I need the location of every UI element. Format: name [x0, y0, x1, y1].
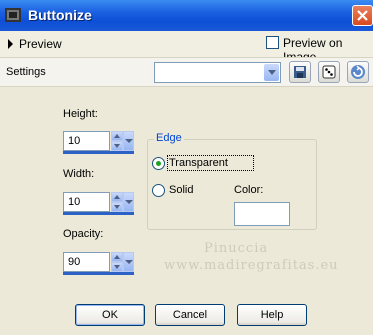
opacity-spinner[interactable]: 90 [63, 252, 134, 275]
app-icon [5, 8, 21, 22]
edge-group-title: Edge [154, 132, 184, 144]
color-label: Color: [234, 184, 264, 196]
down-arrow-icon[interactable] [111, 202, 123, 212]
width-slider-dropdown-icon[interactable] [123, 192, 134, 212]
help-button[interactable]: Help [237, 304, 307, 326]
window-title: Buttonize [28, 7, 92, 23]
height-label: Height: [63, 108, 98, 120]
up-arrow-icon[interactable] [111, 131, 123, 141]
opacity-label: Opacity: [63, 228, 104, 240]
watermark-line-2: www.madiregrafitas.eu [164, 258, 339, 273]
random-dice-icon [319, 65, 339, 85]
up-arrow-icon[interactable] [111, 252, 123, 262]
preview-toggle[interactable]: Preview [19, 37, 62, 51]
transparent-label[interactable]: Transparent [169, 157, 228, 169]
width-updown[interactable] [111, 192, 123, 212]
reset-icon [348, 65, 368, 85]
save-preset-icon [290, 66, 310, 85]
width-slider-bar[interactable] [63, 212, 134, 215]
solid-label[interactable]: Solid [169, 184, 193, 196]
cancel-button[interactable]: Cancel [155, 304, 225, 326]
expand-arrow-icon[interactable] [8, 39, 13, 49]
down-arrow-icon[interactable] [111, 141, 123, 151]
preview-on-image-checkbox[interactable] [266, 36, 279, 49]
preview-bar: Preview Preview on Image [0, 31, 373, 64]
preset-dropdown[interactable] [154, 62, 281, 83]
close-icon [353, 10, 372, 28]
width-label: Width: [63, 168, 95, 180]
color-swatch[interactable] [234, 202, 290, 226]
chevron-down-icon[interactable] [264, 64, 279, 81]
height-input[interactable]: 10 [63, 131, 110, 151]
solid-radio[interactable] [152, 184, 165, 197]
height-slider-dropdown-icon[interactable] [123, 131, 134, 151]
save-preset-button[interactable] [289, 61, 311, 83]
height-slider-bar[interactable] [63, 151, 134, 154]
height-spinner[interactable]: 10 [63, 131, 134, 154]
reset-button[interactable] [347, 61, 369, 83]
transparent-radio[interactable] [152, 157, 165, 170]
opacity-input[interactable]: 90 [63, 252, 110, 272]
width-spinner[interactable]: 10 [63, 192, 134, 215]
settings-label: Settings [6, 66, 46, 78]
ok-button[interactable]: OK [75, 304, 145, 326]
opacity-slider-bar[interactable] [63, 272, 134, 275]
watermark-line-1: Pinuccia [204, 241, 269, 256]
settings-bar: Settings [0, 57, 373, 87]
width-input[interactable]: 10 [63, 192, 110, 212]
randomize-button[interactable] [318, 61, 340, 83]
opacity-updown[interactable] [111, 252, 123, 272]
down-arrow-icon[interactable] [111, 262, 123, 272]
up-arrow-icon[interactable] [111, 192, 123, 202]
height-updown[interactable] [111, 131, 123, 151]
title-bar: Buttonize [0, 0, 373, 31]
opacity-slider-dropdown-icon[interactable] [123, 252, 134, 272]
close-button[interactable] [352, 5, 373, 26]
